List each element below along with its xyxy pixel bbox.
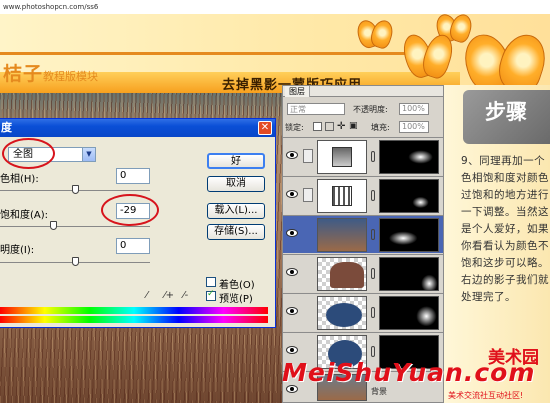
- lightness-slider-thumb[interactable]: [72, 257, 79, 266]
- watermark-tagline: 美术交流社互动社区!: [448, 391, 524, 400]
- eye-icon[interactable]: [286, 229, 298, 237]
- layer-mask-thumbnail: [379, 218, 439, 252]
- butterfly-icon: [405, 34, 451, 76]
- dialog-titlebar: 度 ✕: [0, 119, 275, 137]
- hue-field[interactable]: 0: [116, 168, 150, 184]
- image-thumbnail: [317, 218, 367, 252]
- saturation-slider-thumb[interactable]: [50, 221, 57, 230]
- lock-label: 锁定:: [285, 123, 304, 132]
- layer-row-hue-2[interactable]: [283, 137, 443, 175]
- layers-lock-row: 锁定: ✛ ▣ 填充: 100%: [283, 117, 443, 138]
- opacity-field[interactable]: 100%: [399, 103, 429, 115]
- brush-icon: [303, 188, 313, 202]
- chain-icon: [371, 307, 375, 318]
- chain-icon: [371, 229, 375, 240]
- dialog-title: 度: [1, 121, 12, 134]
- lock-position-icon[interactable]: ✛: [337, 121, 345, 132]
- load-button[interactable]: 载入(L)...: [207, 203, 265, 219]
- blend-mode-select[interactable]: 正常: [287, 103, 345, 115]
- butterfly-icon: [358, 20, 392, 46]
- butterfly-icon: [466, 34, 544, 90]
- tab-layers[interactable]: 图层: [285, 86, 310, 97]
- eyedropper-plus-icon[interactable]: ⁄+: [164, 290, 174, 301]
- eyedropper-icon[interactable]: ⁄: [146, 290, 148, 301]
- layer-row-hue-1[interactable]: [283, 176, 443, 214]
- save-button[interactable]: 存储(S)...: [207, 224, 265, 240]
- preview-label: 预览(P): [219, 294, 253, 305]
- lock-all-icon[interactable]: ▣: [349, 121, 358, 131]
- lightness-field[interactable]: 0: [116, 238, 150, 254]
- ok-button[interactable]: 好: [207, 153, 265, 169]
- chain-icon: [371, 346, 375, 357]
- layer-mask-thumbnail: [379, 140, 439, 174]
- background-layer-label: 背景: [371, 387, 387, 396]
- layer-row[interactable]: [283, 293, 443, 331]
- layer-row[interactable]: [283, 254, 443, 292]
- chevron-down-icon[interactable]: ▼: [82, 148, 95, 161]
- step-text: 9、同理再加一个色相饱和度对颜色过饱和的地方进行一下调整。当然这是个人爱好，如果…: [461, 155, 549, 303]
- highlight-ring-saturation: [101, 194, 159, 226]
- site-subtitle: 教程版模块: [43, 70, 99, 83]
- eyedropper-minus-icon[interactable]: ⁄-: [183, 290, 188, 301]
- cancel-button[interactable]: 取消: [207, 176, 265, 192]
- brush-icon: [303, 149, 313, 163]
- highlight-ring-edit: [2, 138, 55, 169]
- layers-panel-header: 图层: [282, 85, 444, 97]
- eye-icon[interactable]: [286, 151, 298, 159]
- close-icon[interactable]: ✕: [258, 121, 272, 135]
- lock-transparent-icon[interactable]: [313, 122, 322, 131]
- output-color-spectrum: [0, 316, 268, 323]
- fill-label: 填充:: [371, 123, 390, 132]
- watermark-logo-en: MeiShuYuan.com: [282, 358, 536, 387]
- lightness-label: 明度(I):: [0, 245, 35, 256]
- lock-image-icon[interactable]: [325, 122, 334, 131]
- eye-icon[interactable]: [286, 268, 298, 276]
- adjustment-thumbnail: [317, 179, 367, 213]
- colorize-label: 着色(O): [219, 280, 255, 291]
- site-title: 桔子教程版模块: [3, 63, 99, 85]
- url-bar: www.photoshopcn.com/ss6: [0, 0, 550, 14]
- layer-row-selected[interactable]: [283, 215, 443, 253]
- saturation-slider-track: [0, 226, 150, 227]
- hue-label: 色相(H):: [0, 174, 39, 185]
- step-title: 步骤: [485, 99, 527, 124]
- eye-icon[interactable]: [286, 190, 298, 198]
- fill-field[interactable]: 100%: [399, 121, 429, 133]
- colorize-checkbox[interactable]: [206, 277, 216, 287]
- layer-mask-thumbnail: [379, 179, 439, 213]
- layer-mask-thumbnail: [379, 296, 439, 330]
- opacity-label: 不透明度:: [353, 105, 388, 114]
- chain-icon: [371, 190, 375, 201]
- chain-icon: [371, 268, 375, 279]
- adjustment-thumbnail: [317, 140, 367, 174]
- layer-mask-thumbnail: [379, 257, 439, 291]
- eye-icon[interactable]: [286, 307, 298, 315]
- input-color-spectrum: [0, 307, 268, 314]
- preview-checkbox[interactable]: [206, 289, 216, 301]
- hue-slider-thumb[interactable]: [72, 185, 79, 194]
- image-thumbnail: [317, 296, 367, 330]
- eye-icon[interactable]: [286, 346, 298, 354]
- saturation-label: 饱和度(A):: [0, 210, 49, 221]
- image-thumbnail: [317, 257, 367, 291]
- chain-icon: [371, 151, 375, 162]
- banner-stripe: [0, 52, 440, 55]
